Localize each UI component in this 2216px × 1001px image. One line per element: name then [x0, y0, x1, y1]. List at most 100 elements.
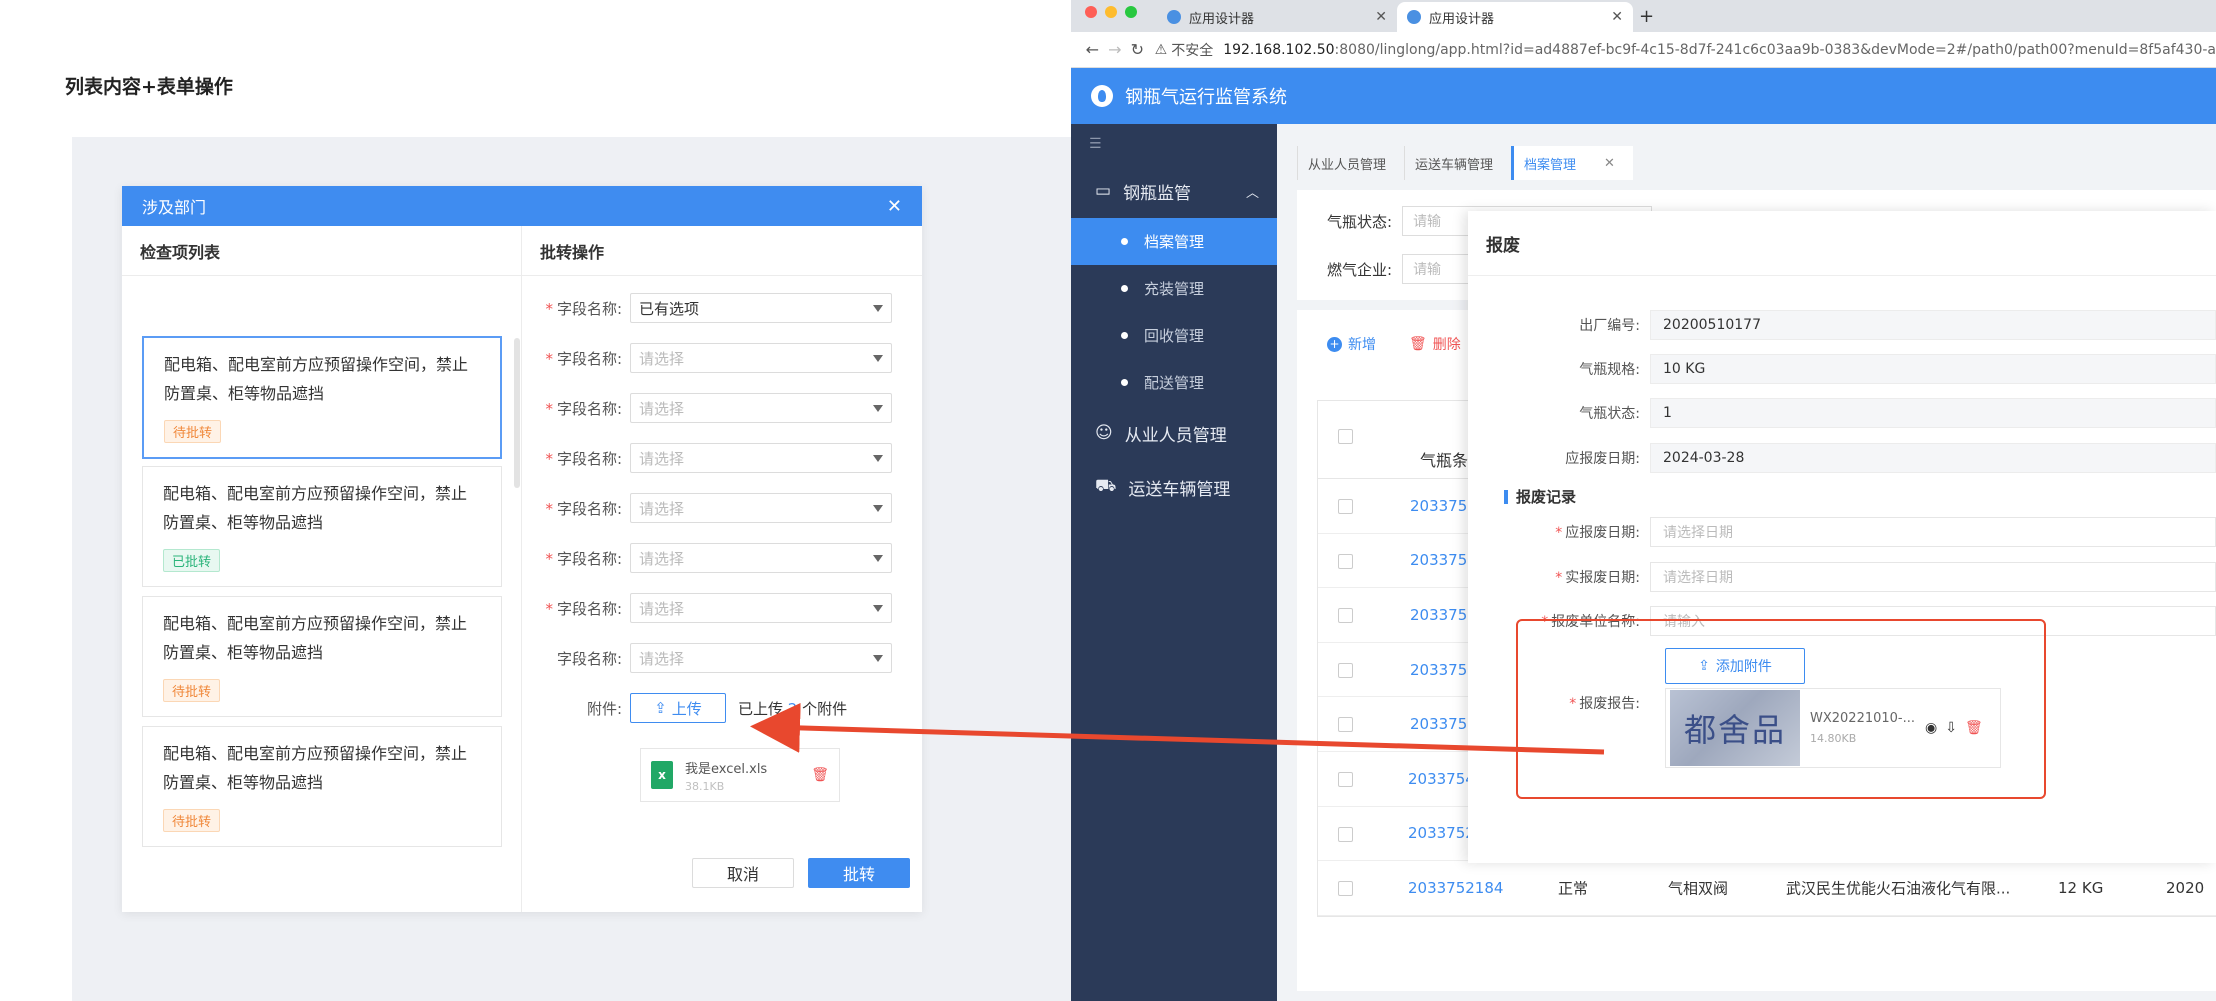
- transfer-button[interactable]: 批转: [808, 858, 910, 888]
- transfer-dialog: 涉及部门 ✕ 检查项列表 配电箱、配电室前方应预留操作空间，禁止防置桌、柜等物品…: [122, 186, 922, 912]
- row-checkbox[interactable]: [1338, 662, 1353, 678]
- field-select[interactable]: 请选择: [630, 643, 892, 673]
- field-select[interactable]: 请选择: [630, 593, 892, 623]
- menu-collapse-icon[interactable]: ☰: [1071, 124, 1277, 164]
- field-label: * 字段名称:: [545, 349, 622, 368]
- field-select[interactable]: 请选择: [630, 343, 892, 373]
- field-select[interactable]: 请选择: [630, 393, 892, 423]
- upload-button[interactable]: ⇪ 上传: [630, 693, 726, 723]
- cylinder-code[interactable]: 2033752: [1408, 824, 1475, 842]
- close-tab-icon[interactable]: ✕: [1611, 9, 1623, 25]
- tab-archive[interactable]: 档案管理 ✕: [1511, 146, 1633, 180]
- browser-toolbar: ← → ↻ ⚠ 不安全 192.168.102.50:8080/linglong…: [1071, 32, 2216, 68]
- forward-arrow-icon[interactable]: →: [1104, 40, 1127, 59]
- new-tab-button[interactable]: +: [1639, 6, 1654, 27]
- sidebar-item-staff[interactable]: ☺ 从业人员管理: [1071, 406, 1277, 460]
- field-select[interactable]: 已有选项: [630, 293, 892, 323]
- attachment-file-card[interactable]: x 我是excel.xls 38.1KB 🗑: [640, 748, 840, 802]
- field-label: * 字段名称:: [545, 399, 622, 418]
- cylinder-code[interactable]: 2033754: [1408, 770, 1475, 788]
- check-item-text: 配电箱、配电室前方应预留操作空间，禁止防置桌、柜等物品遮挡: [163, 744, 468, 792]
- cylinder-code[interactable]: 2033752: [1410, 715, 1477, 733]
- caret-down-icon: [873, 304, 883, 312]
- check-item[interactable]: 配电箱、配电室前方应预留操作空间，禁止防置桌、柜等物品遮挡 待批转: [142, 596, 502, 717]
- field-label: * 实报废日期:: [1555, 570, 1640, 586]
- row-checkbox[interactable]: [1338, 553, 1353, 569]
- field-label: * 字段名称:: [545, 449, 622, 468]
- sidebar-item-filling[interactable]: 充装管理: [1071, 265, 1277, 312]
- field-select[interactable]: 请选择: [630, 443, 892, 473]
- maximize-window-icon[interactable]: [1125, 6, 1137, 18]
- field-label: * 字段名称:: [545, 599, 622, 618]
- caret-down-icon: [873, 454, 883, 462]
- app-favicon-icon: [1407, 10, 1421, 24]
- page-title: 列表内容+表单操作: [65, 76, 233, 98]
- sidebar-item-recycle[interactable]: 回收管理: [1071, 312, 1277, 359]
- field-label: 气瓶状态:: [1579, 406, 1640, 422]
- cylinder-status: 正常: [1558, 879, 1589, 898]
- row-checkbox[interactable]: [1338, 608, 1353, 624]
- check-item[interactable]: 配电箱、配电室前方应预留操作空间，禁止防置桌、柜等物品遮挡 待批转: [142, 726, 502, 847]
- cancel-button[interactable]: 取消: [692, 858, 794, 888]
- trash-icon[interactable]: 🗑: [811, 767, 829, 783]
- factory-no-value: 20200510177: [1650, 310, 2216, 340]
- status-value: 1: [1650, 398, 2216, 428]
- cylinder-code[interactable]: 2033752: [1410, 551, 1477, 569]
- browser-tab[interactable]: 应用设计器 ✕: [1157, 2, 1397, 32]
- tab-staff[interactable]: 从业人员管理: [1297, 146, 1404, 180]
- field-label: * 字段名称:: [545, 549, 622, 568]
- check-item-text: 配电箱、配电室前方应预留操作空间，禁止防置桌、柜等物品遮挡: [163, 614, 468, 662]
- tab-vehicle[interactable]: 运送车辆管理: [1404, 146, 1511, 180]
- app-header: 钢瓶气运行监管系统: [1071, 68, 2216, 124]
- reload-icon[interactable]: ↻: [1126, 40, 1149, 59]
- warning-icon: ⚠: [1154, 41, 1168, 58]
- select-all-checkbox[interactable]: [1338, 429, 1353, 444]
- row-checkbox[interactable]: [1338, 881, 1353, 897]
- row-checkbox[interactable]: [1338, 826, 1353, 842]
- valve-type: 气相双阀: [1668, 879, 1729, 898]
- scrollbar[interactable]: [514, 338, 520, 488]
- browser-tab-active[interactable]: 应用设计器 ✕: [1397, 2, 1633, 32]
- caret-down-icon: [873, 404, 883, 412]
- check-item-text: 配电箱、配电室前方应预留操作空间，禁止防置桌、柜等物品遮挡: [164, 355, 469, 403]
- row-checkbox[interactable]: [1338, 499, 1353, 514]
- sidebar-item-vehicle[interactable]: ⛟ 运送车辆管理: [1071, 460, 1277, 514]
- close-window-icon[interactable]: [1085, 6, 1097, 18]
- dialog-title: 涉及部门: [142, 198, 207, 217]
- close-icon[interactable]: ✕: [1604, 156, 1615, 171]
- sidebar-group-cylinder[interactable]: ▭ 钢瓶监管 ︿: [1071, 164, 1277, 218]
- flame-logo-icon: [1091, 85, 1113, 107]
- cylinder-code[interactable]: 2033752: [1410, 497, 1477, 515]
- chevron-up-icon: ︿: [1245, 185, 1259, 201]
- due-date-picker[interactable]: 请选择日期: [1650, 517, 2216, 547]
- close-tab-icon[interactable]: ✕: [1375, 9, 1387, 25]
- minimize-window-icon[interactable]: [1105, 6, 1117, 18]
- row-date: 2020: [2166, 878, 2205, 897]
- field-label: * 字段名称:: [545, 499, 622, 518]
- cylinder-code[interactable]: 2033752184: [1408, 879, 1503, 897]
- field-select[interactable]: 请选择: [630, 543, 892, 573]
- sidebar-item-archive[interactable]: 档案管理: [1071, 218, 1277, 265]
- field-label: * 应报废日期:: [1555, 525, 1640, 541]
- back-arrow-icon[interactable]: ←: [1081, 40, 1104, 59]
- check-item[interactable]: 配电箱、配电室前方应预留操作空间，禁止防置桌、柜等物品遮挡 待批转: [142, 336, 502, 459]
- row-checkbox[interactable]: [1338, 717, 1353, 733]
- transfer-form-header: 批转操作: [522, 226, 922, 276]
- table-row[interactable]: 2033752184 正常 气相双阀 武汉民生优能火石油液化气有限... 12 …: [1318, 861, 2216, 916]
- field-label: 气瓶规格:: [1579, 362, 1640, 378]
- sidebar-item-delivery[interactable]: 配送管理: [1071, 359, 1277, 406]
- delete-button[interactable]: 🗑 删除: [1409, 334, 1461, 354]
- actual-date-picker[interactable]: 请选择日期: [1650, 562, 2216, 592]
- check-list-header: 检查项列表: [122, 226, 521, 276]
- close-icon[interactable]: ✕: [887, 196, 902, 217]
- field-select[interactable]: 请选择: [630, 493, 892, 523]
- cylinder-spec: 12 KG: [2058, 878, 2104, 897]
- row-checkbox[interactable]: [1338, 771, 1353, 787]
- company-name: 武汉民生优能火石油液化气有限...: [1786, 879, 2011, 898]
- cylinder-code[interactable]: 2033752: [1410, 661, 1477, 679]
- cylinder-code[interactable]: 2033752: [1410, 606, 1477, 624]
- add-button[interactable]: + 新增: [1327, 334, 1376, 354]
- caret-down-icon: [873, 554, 883, 562]
- check-item[interactable]: 配电箱、配电室前方应预留操作空间，禁止防置桌、柜等物品遮挡 已批转: [142, 466, 502, 587]
- address-bar[interactable]: ⚠ 不安全 192.168.102.50:8080/linglong/app.h…: [1155, 40, 2216, 60]
